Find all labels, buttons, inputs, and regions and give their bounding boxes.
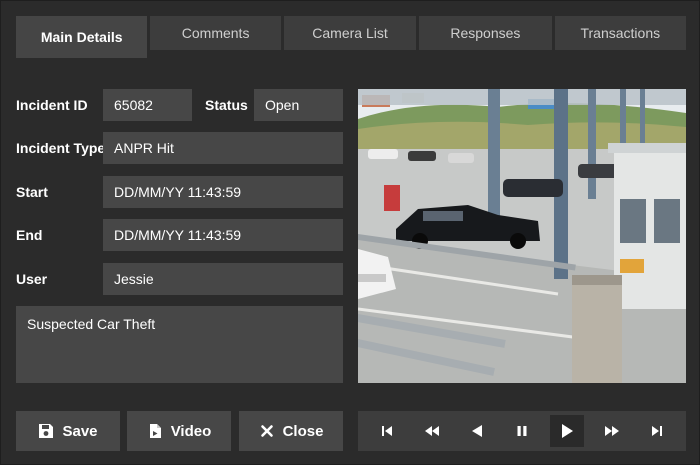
skip-to-end-icon <box>652 426 663 436</box>
tab-comments[interactable]: Comments <box>150 16 281 50</box>
play-button[interactable] <box>550 415 585 447</box>
user-label: User <box>16 271 48 287</box>
camera-scene <box>358 89 686 383</box>
play-icon <box>562 424 574 438</box>
tab-transactions[interactable]: Transactions <box>554 16 686 50</box>
tab-main-details[interactable]: Main Details <box>16 16 148 58</box>
notes-textarea[interactable]: Suspected Car Theft <box>16 306 343 383</box>
close-button[interactable]: Close <box>239 411 343 451</box>
end-field[interactable]: DD/MM/YY 11:43:59 <box>103 219 343 251</box>
skip-to-end-button[interactable] <box>640 415 674 447</box>
user-field[interactable]: Jessie <box>103 263 343 295</box>
status-field[interactable]: Open <box>254 89 343 121</box>
incident-type-field[interactable]: ANPR Hit <box>103 132 343 164</box>
camera-image <box>358 89 686 383</box>
video-file-icon <box>149 424 161 438</box>
status-label: Status <box>205 97 248 113</box>
incident-id-field[interactable]: 65082 <box>103 89 192 121</box>
tab-camera-list[interactable]: Camera List <box>283 16 417 50</box>
fast-forward-icon <box>605 426 620 436</box>
skip-to-start-button[interactable] <box>370 415 404 447</box>
save-button[interactable]: Save <box>16 411 120 451</box>
save-button-label: Save <box>62 422 98 440</box>
floppy-disk-icon <box>39 424 54 438</box>
incident-window: Main Details Comments Camera List Respon… <box>0 0 700 465</box>
skip-to-start-icon <box>381 426 392 436</box>
pause-button[interactable] <box>505 415 539 447</box>
tab-responses[interactable]: Responses <box>419 16 552 50</box>
step-back-icon <box>471 425 482 437</box>
player-controls <box>358 411 686 451</box>
fast-forward-button[interactable] <box>595 415 629 447</box>
video-button-label: Video <box>170 422 212 440</box>
end-label: End <box>16 227 43 243</box>
close-button-label: Close <box>282 422 324 440</box>
video-button[interactable]: Video <box>127 411 231 451</box>
rewind-button[interactable] <box>415 415 449 447</box>
incident-type-label: Incident Type <box>16 140 106 156</box>
start-label: Start <box>16 184 48 200</box>
rewind-icon <box>424 426 439 436</box>
start-field[interactable]: DD/MM/YY 11:43:59 <box>103 176 343 208</box>
step-back-button[interactable] <box>460 415 494 447</box>
incident-id-label: Incident ID <box>16 97 88 113</box>
close-icon <box>260 425 273 437</box>
pause-icon <box>517 426 527 436</box>
tab-bar: Main Details Comments Camera List Respon… <box>16 16 686 58</box>
